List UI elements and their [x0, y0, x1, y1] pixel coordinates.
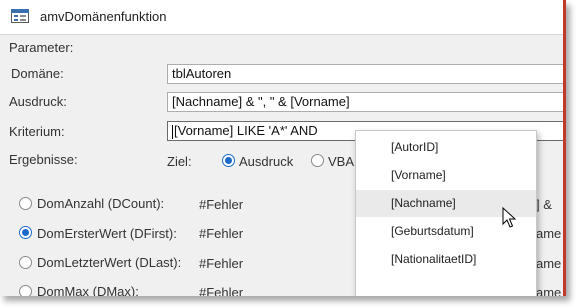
window-title: amvDomänenfunktion	[40, 9, 167, 24]
mouse-pointer-icon	[502, 206, 517, 234]
text-caret	[172, 124, 173, 139]
result-extra-fragment: ame	[536, 226, 562, 241]
kriterium-value: [Vorname] LIKE 'A*' AND	[174, 123, 318, 138]
result-value: #Fehler	[199, 256, 244, 271]
result-radio[interactable]	[19, 197, 32, 210]
result-value: #Fehler	[199, 285, 244, 296]
result-label: DomMax (DMax):	[37, 284, 139, 296]
result-value: #Fehler	[199, 197, 244, 212]
result-label: DomAnzahl (DCount):	[37, 196, 165, 211]
result-label: DomErsterWert (DFirst):	[37, 226, 177, 241]
ziel-ausdruck-label: Ausdruck	[239, 154, 294, 169]
title-bar: amvDomänenfunktion	[0, 0, 566, 35]
kriterium-label: Kriterium:	[9, 124, 65, 139]
ergebnisse-label: Ergebnisse:	[9, 152, 78, 167]
ausdruck-field[interactable]: [Nachname] & ", " & [Vorname]	[167, 92, 566, 112]
form-icon	[11, 9, 29, 28]
result-radio[interactable]	[19, 256, 32, 269]
ziel-ausdruck-radio[interactable]	[222, 154, 235, 167]
ziel-vba-radio[interactable]	[311, 154, 324, 167]
autocomplete-item[interactable]: [Vorname]	[356, 162, 536, 189]
ziel-vba-label: VBA	[328, 154, 355, 169]
ausdruck-label: Ausdruck:	[9, 94, 67, 109]
window-edge	[563, 0, 566, 296]
autocomplete-item[interactable]: [AutorID]	[356, 134, 536, 161]
result-radio-selected[interactable]	[19, 226, 32, 239]
parameter-label: Parameter:	[9, 40, 74, 55]
autocomplete-item[interactable]: [NationalitaetID]	[356, 246, 536, 273]
result-extra-fragment: ame	[536, 285, 562, 296]
domaene-label: Domäne:	[11, 66, 64, 81]
result-label: DomLetzterWert (DLast):	[37, 255, 182, 270]
result-radio[interactable]	[19, 285, 32, 296]
ziel-label: Ziel:	[167, 154, 192, 169]
result-value: #Fehler	[199, 226, 244, 241]
form-window: amvDomänenfunktion Parameter: Domäne: tb…	[0, 0, 566, 296]
result-extra-fragment: ] &	[536, 197, 552, 212]
domaene-field[interactable]: tblAutoren	[167, 64, 566, 84]
result-extra-fragment: ame	[536, 256, 562, 271]
